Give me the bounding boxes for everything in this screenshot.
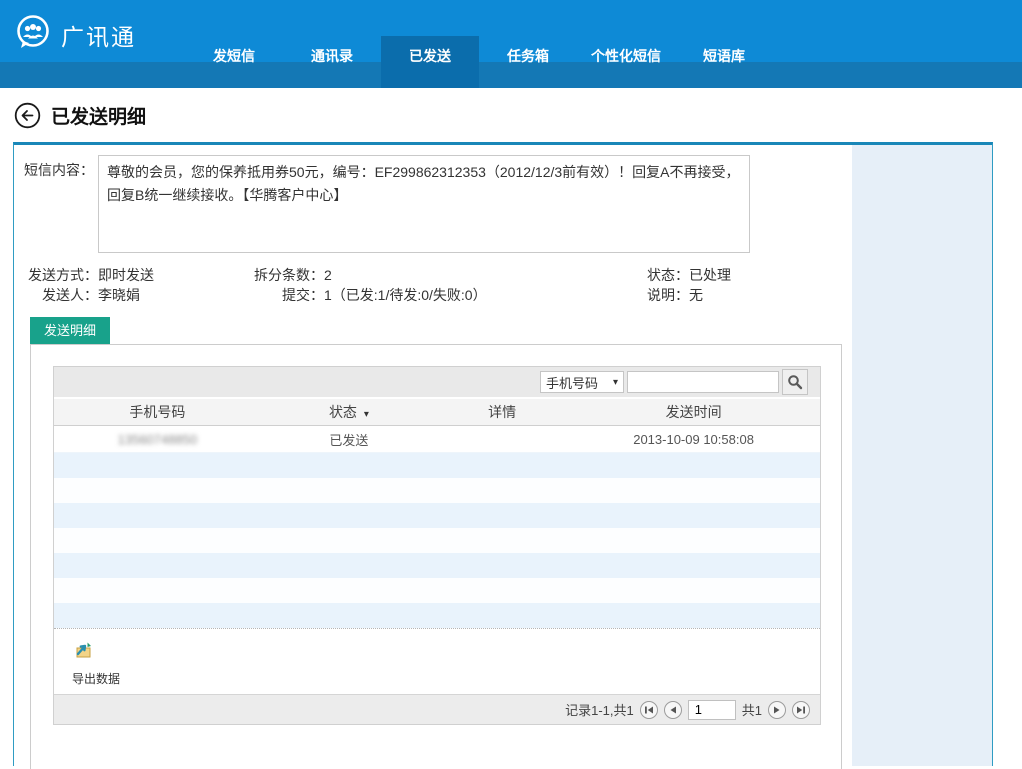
table-row[interactable]: 13560748850 已发送 2013-10-09 10:58:08 <box>54 426 820 453</box>
row-status: 已发送 <box>261 430 437 449</box>
page-title-bar: 已发送明细 <box>0 88 1022 142</box>
nav-item-send-sms[interactable]: 发短信 <box>185 36 283 88</box>
previous-page-button[interactable] <box>664 701 682 719</box>
sender-field: 发送人：李晓娟 <box>14 285 140 305</box>
note-field: 说明：无 <box>574 285 703 305</box>
sms-content-label: 短信内容： <box>14 160 94 180</box>
submit-field: 提交：1（已发:1/待发:0/失败:0） <box>174 285 487 305</box>
empty-row <box>54 528 820 553</box>
page-title: 已发送明细 <box>51 102 146 129</box>
export-data-icon <box>72 647 94 664</box>
table-search-bar: 手机号码 ▾ <box>54 367 820 397</box>
first-page-button[interactable] <box>640 701 658 719</box>
empty-row <box>54 478 820 503</box>
detail-table: 手机号码 ▾ 手机号码 状态 ▾ <box>53 366 821 725</box>
export-data-button[interactable]: 导出数据 <box>72 638 120 687</box>
meta-row-2: 发送人：李晓娟 提交：1（已发:1/待发:0/失败:0） 说明：无 <box>14 285 834 303</box>
split-count: 拆分条数：2 <box>174 265 332 285</box>
nav-item-contacts[interactable]: 通讯录 <box>283 36 381 88</box>
col-header-send-time: 发送时间 <box>567 402 820 422</box>
search-field-select[interactable]: 手机号码 ▾ <box>540 371 624 393</box>
empty-row <box>54 603 820 628</box>
tab-send-detail[interactable]: 发送明细 <box>30 317 110 344</box>
brand-name: 广讯通 <box>61 18 136 52</box>
sent-detail-panel: 短信内容： 尊敬的会员，您的保养抵用券50元，编号：EF299862312353… <box>13 142 993 766</box>
nav-item-phrase-library[interactable]: 短语库 <box>675 36 773 88</box>
total-pages-label: 共1 <box>742 700 762 719</box>
nav-item-sent[interactable]: 已发送 <box>381 36 479 88</box>
search-icon <box>787 374 803 390</box>
empty-row <box>54 453 820 478</box>
phone-number-redacted: 13560748850 <box>118 432 198 447</box>
col-header-phone: 手机号码 <box>54 402 261 422</box>
sms-content-box[interactable]: 尊敬的会员，您的保养抵用券50元，编号：EF299862312353（2012/… <box>98 155 750 253</box>
export-data-label: 导出数据 <box>72 670 120 687</box>
send-detail-box: 手机号码 ▾ 手机号码 状态 ▾ <box>30 344 842 769</box>
row-send-time: 2013-10-09 10:58:08 <box>567 432 820 447</box>
empty-row <box>54 553 820 578</box>
empty-row <box>54 503 820 528</box>
empty-row <box>54 578 820 603</box>
meta-row-1: 发送方式：即时发送 拆分条数：2 状态：已处理 <box>14 265 834 283</box>
next-page-button[interactable] <box>768 701 786 719</box>
top-navigation: 广讯通 发短信 通讯录 已发送 任务箱 个性化短信 短语库 <box>0 0 1022 88</box>
page-number-input[interactable] <box>688 700 736 720</box>
col-header-detail: 详情 <box>437 402 567 422</box>
table-header-row: 手机号码 状态 ▾ 详情 发送时间 <box>54 397 820 426</box>
status-field: 状态：已处理 <box>574 265 731 285</box>
empty-rows <box>54 453 820 628</box>
last-page-button[interactable] <box>792 701 810 719</box>
right-side-panel <box>852 145 992 766</box>
back-button[interactable] <box>14 102 41 129</box>
record-summary: 记录1-1,共1 <box>565 700 634 719</box>
chevron-down-icon: ▾ <box>613 377 618 388</box>
nav-item-task-box[interactable]: 任务箱 <box>479 36 577 88</box>
search-button[interactable] <box>782 369 808 395</box>
col-header-status[interactable]: 状态 ▾ <box>261 402 437 422</box>
nav-item-personalized-sms[interactable]: 个性化短信 <box>577 36 675 88</box>
main-menu: 发短信 通讯录 已发送 任务箱 个性化短信 短语库 <box>185 36 773 88</box>
send-method: 发送方式：即时发送 <box>14 265 154 285</box>
sort-caret-icon: ▾ <box>364 409 369 420</box>
brand-bubble-people-icon <box>14 13 52 56</box>
export-row: 导出数据 <box>54 628 820 694</box>
search-input[interactable] <box>627 371 779 393</box>
app-logo[interactable]: 广讯通 <box>14 13 136 56</box>
pagination-bar: 记录1-1,共1 共1 <box>54 694 820 724</box>
